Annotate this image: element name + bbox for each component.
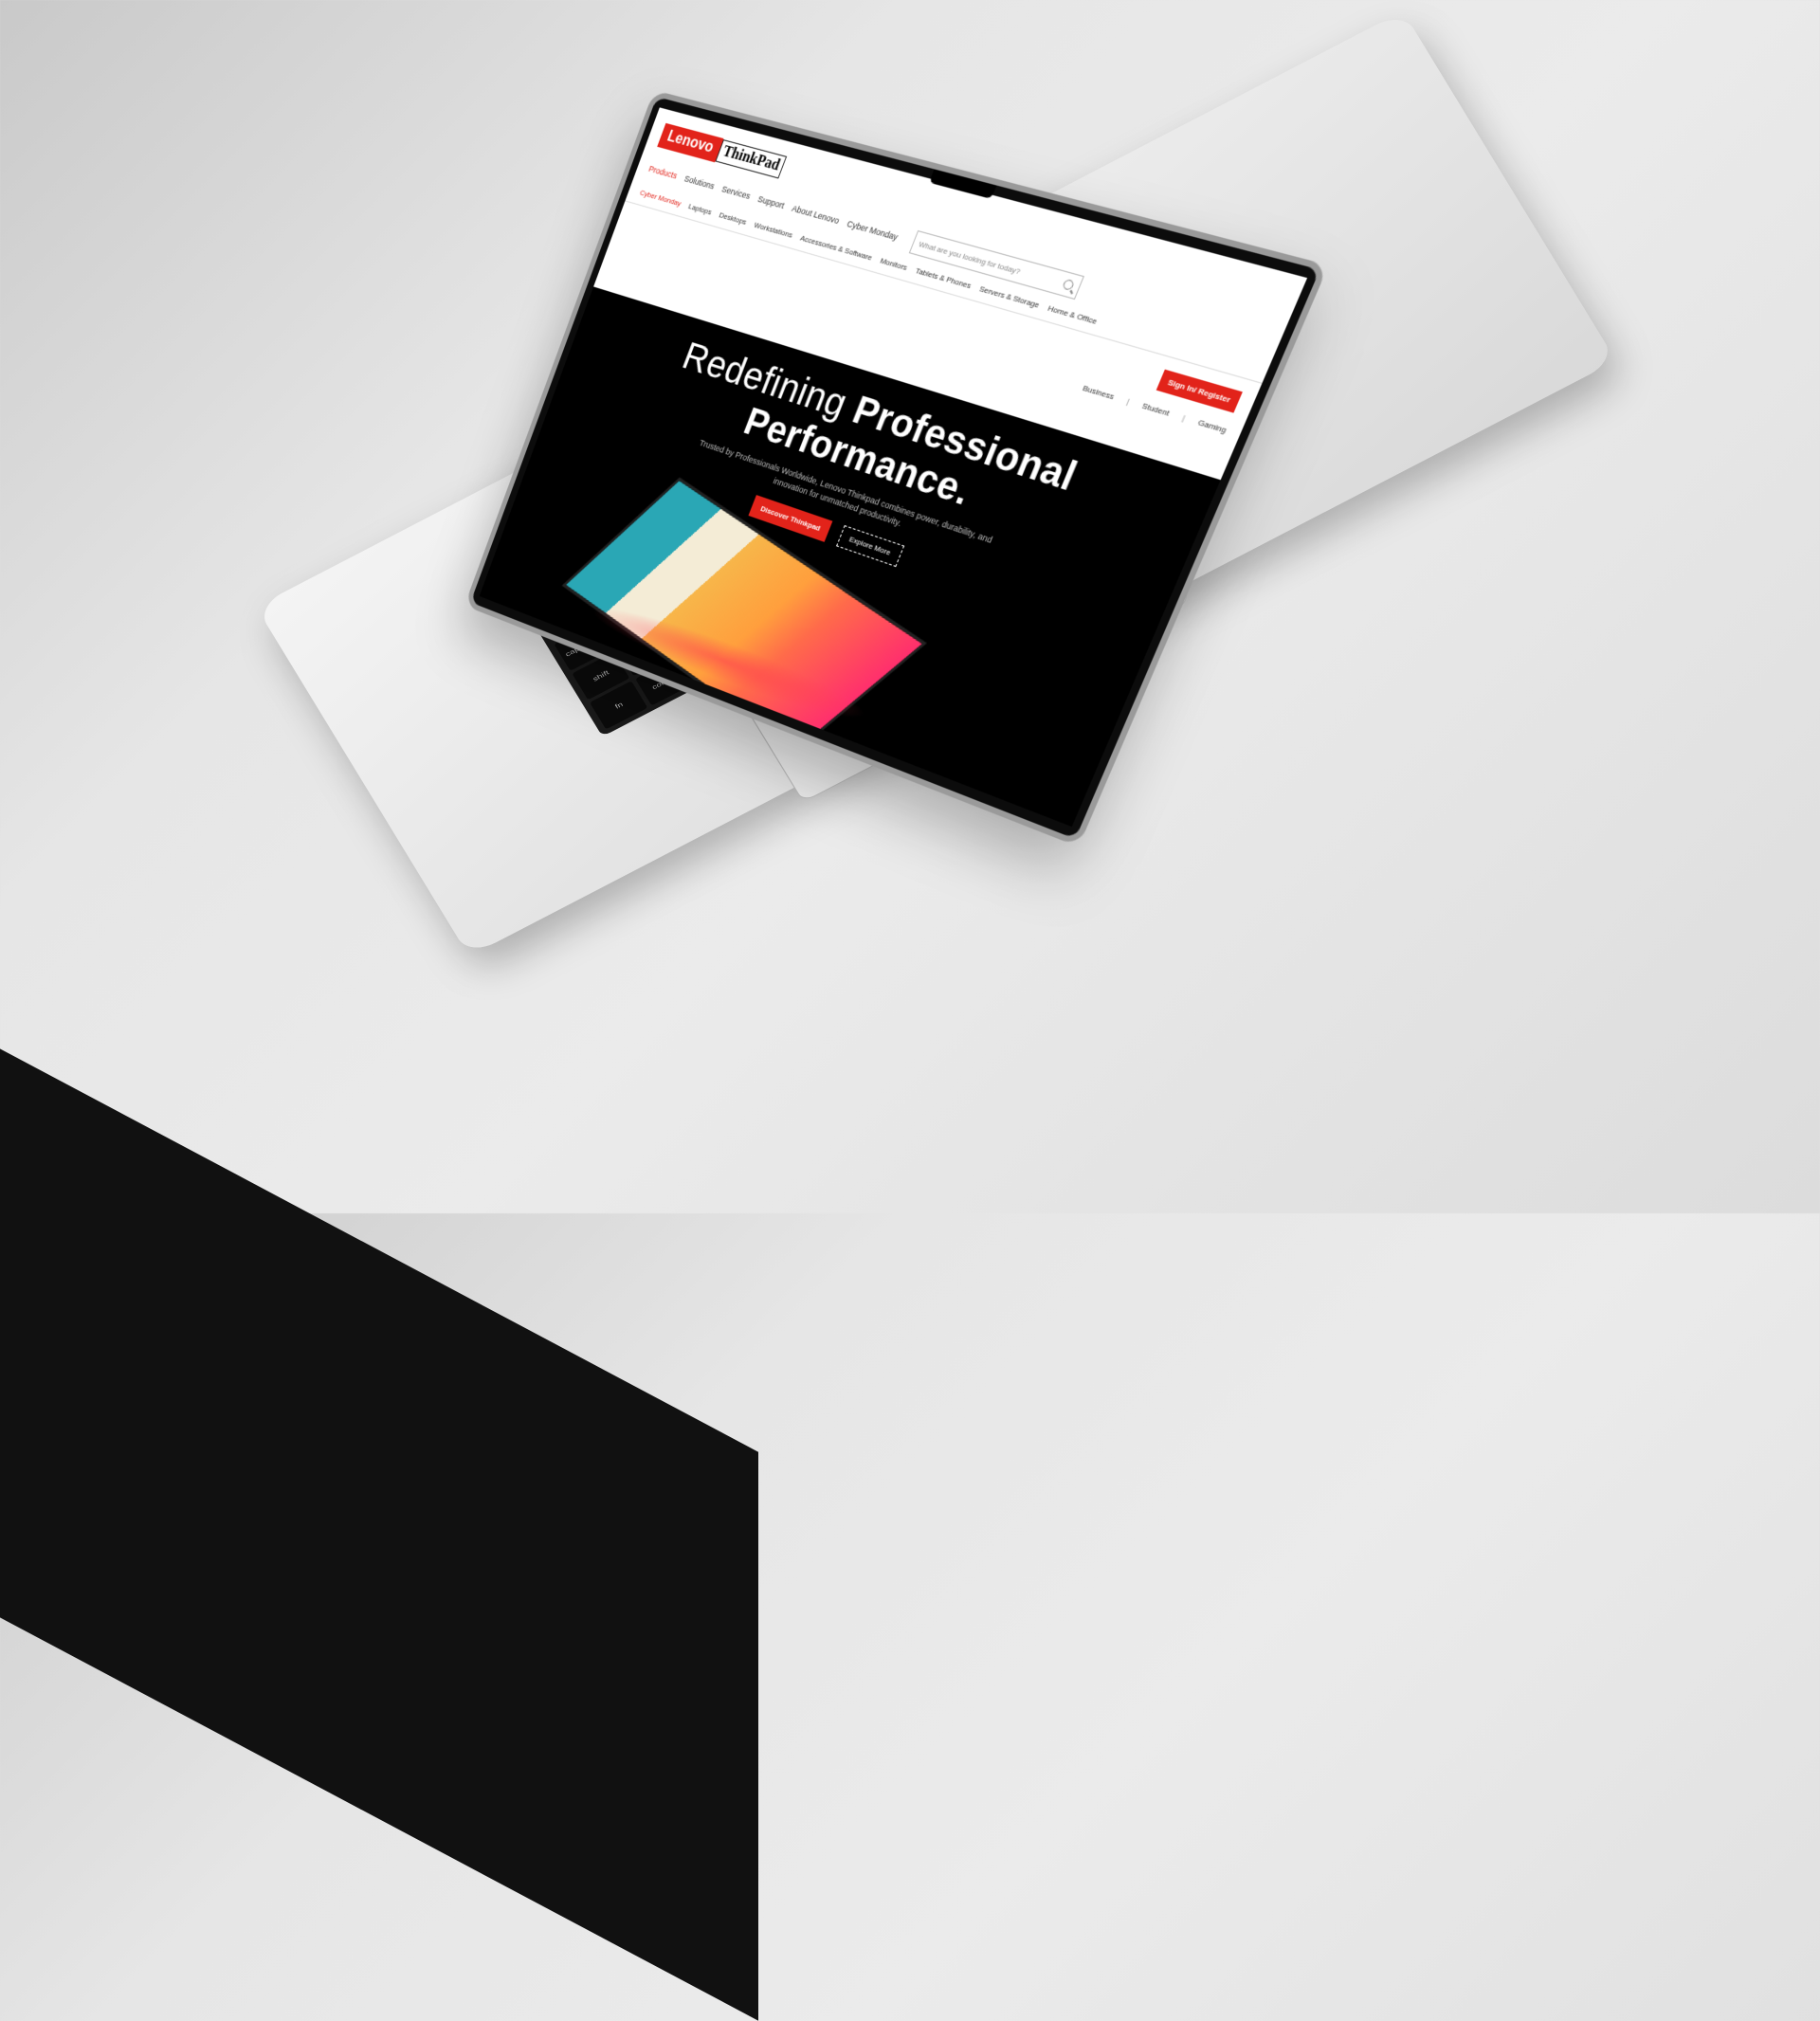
cat-laptops[interactable]: Laptops bbox=[687, 202, 713, 216]
cat-home-office[interactable]: Home & Office bbox=[1046, 303, 1099, 326]
link-gaming[interactable]: Gaming bbox=[1196, 418, 1228, 435]
link-student[interactable]: Student bbox=[1140, 401, 1171, 418]
explore-more-button[interactable]: Explore More bbox=[835, 525, 904, 568]
cat-desktops[interactable]: Desktops bbox=[718, 210, 748, 227]
cat-monitors[interactable]: Monitors bbox=[879, 256, 909, 272]
sign-in-button[interactable]: Sign In/ Register bbox=[1156, 369, 1243, 413]
browser-viewport: Lenovo ThinkPad Products Solutions Servi… bbox=[479, 107, 1308, 828]
nav-solutions[interactable]: Solutions bbox=[683, 173, 717, 191]
nav-support[interactable]: Support bbox=[756, 194, 786, 210]
nav-cyber-monday[interactable]: Cyber Monday bbox=[846, 219, 900, 243]
link-business[interactable]: Business bbox=[1082, 384, 1116, 402]
nav-about[interactable]: About Lenovo bbox=[791, 204, 841, 226]
laptop-screen: Lenovo ThinkPad Products Solutions Servi… bbox=[464, 90, 1329, 847]
cat-tablets[interactable]: Tablets & Phones bbox=[914, 266, 973, 291]
cat-cyber-monday[interactable]: Cyber Monday bbox=[639, 189, 682, 209]
nav-products[interactable]: Products bbox=[647, 164, 679, 181]
cat-workstations[interactable]: Workstations bbox=[753, 221, 793, 240]
nav-services[interactable]: Services bbox=[720, 184, 752, 201]
